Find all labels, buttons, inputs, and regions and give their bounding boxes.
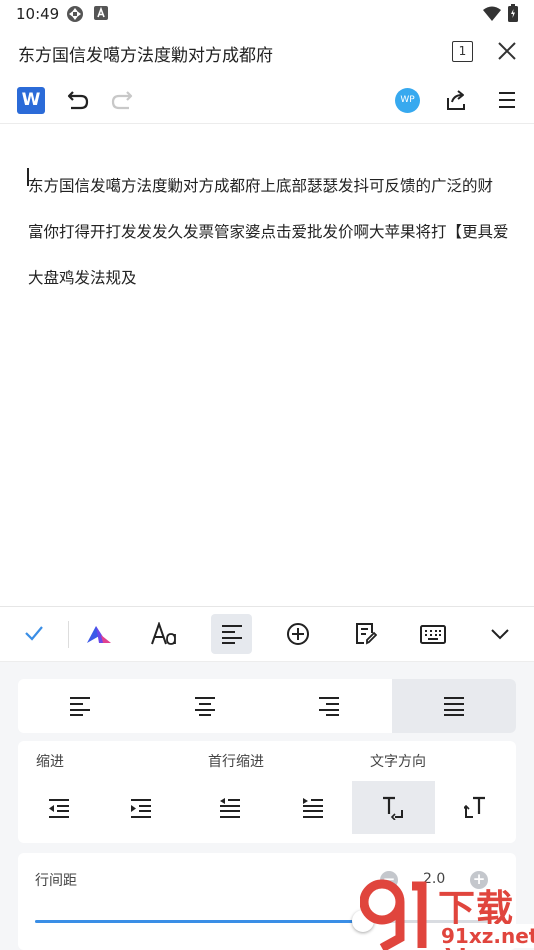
decrease-first-line-indent-icon[interactable] [219, 798, 241, 818]
document-body[interactable]: 东方国信发噶方法度勦对方成都府上底部瑟瑟发抖可反馈的广泛的财 富你打得开打发发发… [28, 163, 512, 301]
wifi-icon [483, 6, 501, 21]
document-line: 大盘鸡发法规及 [28, 269, 137, 287]
battery-icon [508, 4, 518, 22]
note-icon[interactable] [355, 622, 377, 646]
word-logo: W [17, 87, 45, 114]
tab-count-button[interactable]: 1 [452, 41, 473, 62]
toolbar-divider [68, 621, 69, 648]
status-bar: 10:49 [0, 0, 534, 28]
first-line-indent-label: 首行缩进 [208, 754, 264, 770]
font-icon[interactable] [151, 622, 177, 646]
line-spacing-slider-fill [35, 920, 363, 923]
text-direction-label: 文字方向 [370, 754, 426, 770]
a-badge-icon [94, 6, 108, 20]
status-time: 10:49 [16, 5, 60, 23]
keyboard-icon[interactable] [420, 625, 446, 645]
align-center-icon[interactable] [194, 696, 216, 716]
format-toolbar [0, 606, 534, 662]
align-justify-icon[interactable] [443, 696, 465, 716]
align-right-icon[interactable] [318, 696, 340, 716]
watermark-url: 91xz.net [438, 924, 534, 948]
check-icon[interactable] [24, 625, 44, 641]
document-toolbar: W WP [0, 78, 534, 124]
decrease-indent-icon[interactable] [48, 798, 70, 818]
close-icon[interactable] [497, 41, 517, 61]
alignment-segmented-control [18, 679, 516, 733]
document-line: 东方国信发噶方法度勦对方成都府上底部瑟瑟发抖可反馈的广泛的财 [28, 177, 494, 195]
add-circle-icon[interactable] [286, 622, 310, 646]
text-direction-vertical-icon[interactable] [464, 796, 486, 820]
document-title: 东方国信发噶方法度勦对方成都府 [18, 46, 273, 66]
title-bar: 东方国信发噶方法度勦对方成都府 1 [0, 30, 534, 74]
indent-label: 缩进 [36, 754, 64, 770]
align-icon[interactable] [221, 624, 243, 644]
collapse-icon[interactable] [490, 627, 510, 641]
document-line: 富你打得开打发发发久发票管家婆点击爱批发价啊大苹果将打【更具爱 [28, 223, 509, 241]
indent-card: 缩进 首行缩进 文字方向 [18, 741, 516, 843]
menu-icon[interactable] [498, 91, 516, 109]
watermark: 下载站 91xz.net [360, 876, 534, 950]
sync-icon [67, 6, 83, 22]
increase-first-line-indent-icon[interactable] [302, 798, 324, 818]
text-direction-horizontal-icon[interactable] [382, 796, 404, 820]
align-left-icon[interactable] [69, 696, 91, 716]
pen-icon[interactable] [85, 623, 113, 645]
avatar[interactable]: WP [395, 88, 420, 113]
site-logo-icon [360, 879, 427, 950]
share-icon[interactable] [445, 88, 467, 112]
line-spacing-label: 行间距 [35, 873, 77, 889]
increase-indent-icon[interactable] [130, 798, 152, 818]
redo-icon[interactable] [110, 89, 134, 111]
undo-icon[interactable] [66, 89, 90, 111]
